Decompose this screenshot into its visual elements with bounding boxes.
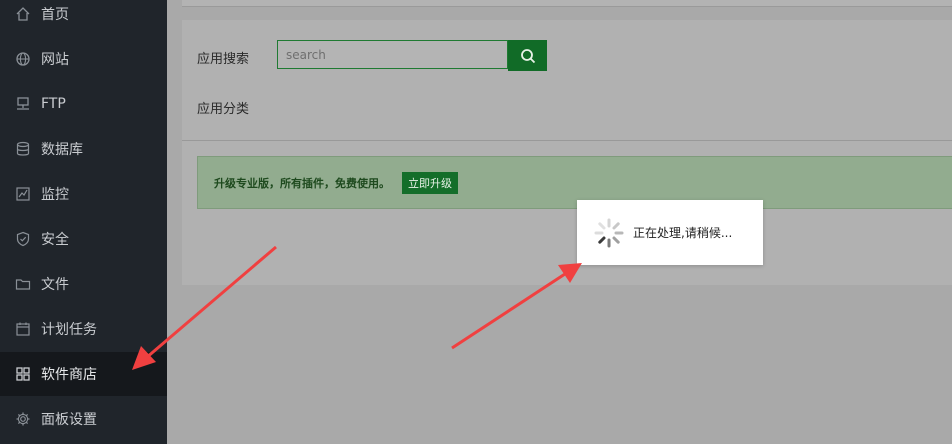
sidebar-item-website[interactable]: 网站 [0, 37, 167, 81]
loading-dialog: 正在处理,请稍候... [577, 200, 763, 265]
sidebar-item-files[interactable]: 文件 [0, 262, 167, 306]
sidebar-item-label: 软件商店 [41, 367, 97, 383]
sidebar-item-ftp[interactable]: FTP [0, 82, 167, 126]
sidebar-item-database[interactable]: 数据库 [0, 127, 167, 171]
monitor-icon [15, 186, 31, 202]
search-input[interactable] [277, 40, 508, 69]
sidebar-item-security[interactable]: 安全 [0, 217, 167, 261]
sidebar-item-home[interactable]: 首页 [0, 0, 167, 36]
category-label: 应用分类 [197, 102, 250, 117]
gear-icon [15, 411, 31, 427]
home-icon [15, 6, 31, 22]
divider [182, 140, 952, 141]
globe-icon [15, 51, 31, 67]
sidebar: 首页 网站 FTP 数据库 监控 安全 文件 计划任务 软件商店 面板设置 [0, 0, 167, 444]
folder-icon [15, 276, 31, 292]
calendar-icon [15, 321, 31, 337]
spinner-icon [593, 217, 625, 249]
shield-icon [15, 231, 31, 247]
sidebar-item-label: 首页 [41, 7, 69, 23]
sidebar-item-label: 面板设置 [41, 412, 97, 428]
sidebar-item-label: 计划任务 [41, 322, 97, 338]
sidebar-item-label: 文件 [41, 277, 69, 293]
sidebar-item-monitor[interactable]: 监控 [0, 172, 167, 216]
upgrade-button[interactable]: 立即升级 [402, 171, 458, 194]
sidebar-item-cron[interactable]: 计划任务 [0, 307, 167, 351]
search-button[interactable] [508, 40, 547, 71]
software-store-panel: 应用搜索 应用分类 升级专业版，所有插件，免费使用。 立即升级 [182, 20, 952, 285]
notice-text: 升级专业版，所有插件，免费使用。 [214, 176, 390, 190]
sidebar-item-label: 监控 [41, 187, 69, 203]
database-icon [15, 141, 31, 157]
search-icon [520, 48, 536, 64]
sidebar-item-label: FTP [41, 96, 66, 112]
sidebar-item-panel-settings[interactable]: 面板设置 [0, 397, 167, 441]
sidebar-item-label: 数据库 [41, 142, 83, 158]
loading-text: 正在处理,请稍候... [633, 226, 733, 240]
ftp-icon [15, 96, 31, 112]
top-panel-strip [182, 0, 952, 7]
upgrade-notice: 升级专业版，所有插件，免费使用。 立即升级 [197, 156, 952, 209]
sidebar-item-label: 网站 [41, 52, 69, 68]
sidebar-item-label: 安全 [41, 232, 69, 248]
search-label: 应用搜索 [197, 52, 250, 67]
grid-icon [15, 366, 31, 382]
sidebar-item-software-store[interactable]: 软件商店 [0, 352, 167, 396]
